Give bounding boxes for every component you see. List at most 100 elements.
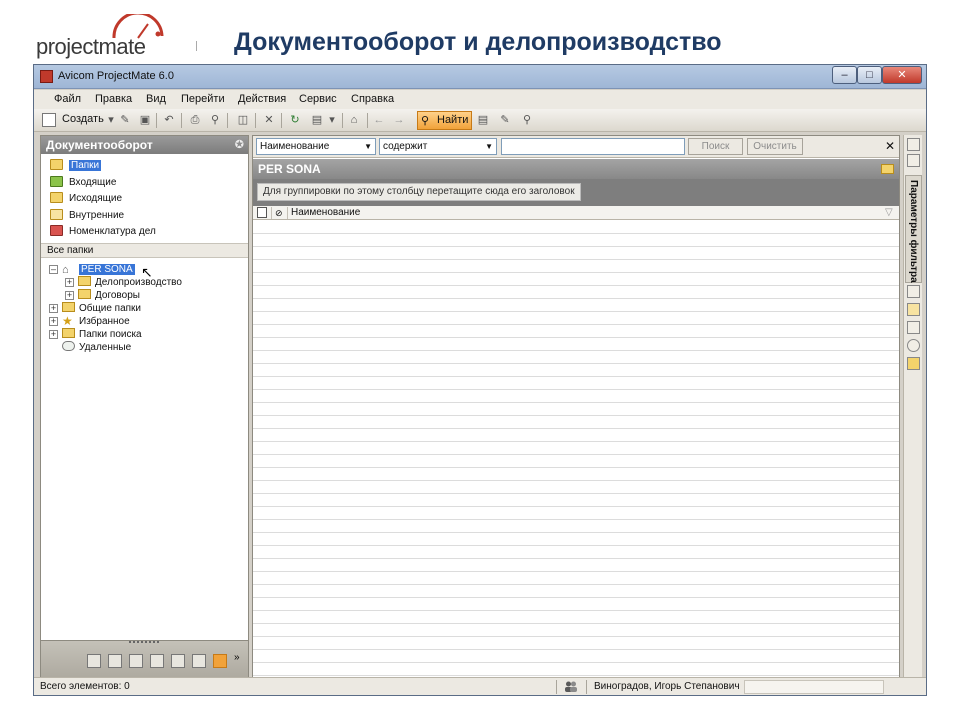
new-document-icon [42,113,56,127]
contacts-icon[interactable] [129,654,143,668]
maximize-button[interactable]: □ [857,66,882,84]
nav-item-folders[interactable]: Папки [50,158,102,173]
menu-go[interactable]: Перейти [181,93,225,105]
delete-icon[interactable]: ✕ [262,113,276,127]
toolbar-separator [156,113,157,128]
document-list-pane: Наименование ▼ содержит ▼ Поиск Очистить… [252,135,900,678]
tree-node-records[interactable]: + Делопроизводство [65,276,182,289]
app-window: Avicom ProjectMate 6.0 – □ ✕ Файл Правка… [33,64,927,696]
properties-icon[interactable]: ◫ [236,113,250,127]
expand-toggle[interactable]: + [49,317,58,326]
folder-icon[interactable] [907,357,920,370]
notes-icon[interactable]: ✎ [498,113,512,127]
billing-icon[interactable] [171,654,185,668]
note-icon[interactable] [907,303,920,316]
column-header-row: ⊘ Наименование ▽ [253,206,899,220]
forward-arrow-icon[interactable]: → [392,113,406,127]
print-icon[interactable]: ⎙ [188,113,202,127]
tree-node-contracts[interactable]: + Договоры [65,289,140,302]
expand-toggle[interactable]: + [65,291,74,300]
menu-help[interactable]: Справка [351,93,394,105]
expand-toggle[interactable]: + [49,330,58,339]
globe-icon[interactable] [907,339,920,352]
nav-item-label: Папки [69,160,102,171]
notes-icon[interactable] [907,138,920,151]
menu-actions[interactable]: Действия [238,93,286,105]
expand-toggle[interactable]: + [65,278,74,287]
minimize-button[interactable]: – [832,66,857,84]
document-type-icon[interactable] [257,207,267,218]
tree-node-search-folders[interactable]: + Папки поиска [49,328,142,341]
column-separator [287,207,288,219]
menu-view[interactable]: Вид [146,93,166,105]
column-filter-icon[interactable]: ▽ [885,207,893,219]
close-window-button[interactable]: ✕ [882,66,922,84]
menu-tools[interactable]: Сервис [299,93,337,105]
search-window-icon[interactable]: ⚲ [520,113,534,127]
empty-grid-rows[interactable] [253,221,899,677]
nav-item-label: Исходящие [69,193,123,204]
documents-icon[interactable] [213,654,227,668]
filter-operator-value: содержит [383,141,428,152]
logo-text: projectmate [36,34,146,59]
view-mode-dropdown-icon[interactable]: ▾ [325,113,339,127]
toolbar-separator [227,113,228,128]
status-extra-panel [744,680,884,694]
search-button[interactable]: Поиск [688,138,743,155]
app-icon [40,70,53,83]
find-button[interactable]: ⚲ Найти [417,111,472,130]
resize-grip[interactable] [129,641,159,644]
clear-button[interactable]: Очистить [747,138,803,155]
reports-icon[interactable] [192,654,206,668]
main-toolbar: Создать ▾ ✎ ▣ ↶ ⎙ ⚲ ◫ ✕ ↻ ▤ ▾ ⌂ ← → ⚲ На… [34,109,926,132]
view-mode-icon[interactable]: ▤ [310,113,324,127]
filter-bar: Наименование ▼ содержит ▼ Поиск Очистить… [253,136,899,158]
tree-node-deleted[interactable]: Удаленные [62,341,131,354]
nav-item-incoming[interactable]: Входящие [50,175,116,190]
home-icon[interactable]: ⌂ [347,113,361,127]
tree-node-root[interactable]: – ⌂ PER SONA [49,263,135,276]
nav-item-label: Номенклатура дел [69,226,156,237]
edit-icon[interactable]: ✎ [118,113,132,127]
attachment-icon[interactable]: ⊘ [275,207,283,219]
back-arrow-icon[interactable]: ← [372,113,386,127]
menu-edit[interactable]: Правка [95,93,132,105]
calendar-icon[interactable] [87,654,101,668]
panel-toggle-icon[interactable]: ▤ [476,113,490,127]
close-filter-icon[interactable]: ✕ [885,139,895,153]
nav-item-label: Входящие [69,177,117,188]
filter-tools-icon[interactable] [907,154,920,167]
undo-icon[interactable]: ↶ [162,113,176,127]
create-button[interactable]: Создать [62,112,104,129]
filter-search-input[interactable] [501,138,685,155]
refresh-icon[interactable]: ↻ [288,113,302,127]
tree-node-favorites[interactable]: + ★ Избранное [49,315,130,328]
filter-field-select[interactable]: Наименование ▼ [256,138,376,155]
home-icon: ⌂ [62,264,69,276]
nav-item-nomenclature[interactable]: Номенклатура дел [50,224,156,239]
filter-operator-select[interactable]: содержит ▼ [379,138,497,155]
window-titlebar[interactable]: Avicom ProjectMate 6.0 – □ ✕ [34,65,926,89]
pin-icon[interactable]: ✪ [235,136,244,154]
status-bar: Всего элементов: 0 Виноградов, Игорь Сте… [34,677,926,695]
folder-icon[interactable] [881,164,894,174]
mouse-cursor-icon: ↖ [141,264,153,280]
status-separator [556,680,557,694]
user-icon[interactable] [907,285,920,298]
more-shortcuts-icon[interactable]: » [234,652,242,666]
group-by-area[interactable]: Для группировки по этому столбцу перетащ… [253,179,899,206]
projects-icon[interactable] [150,654,164,668]
filter-params-label: Параметры фильтра [908,180,919,283]
collapse-toggle[interactable]: – [49,265,58,274]
nav-item-outgoing[interactable]: Исходящие [50,191,122,206]
menu-file[interactable]: Файл [54,93,81,105]
create-dropdown-icon[interactable]: ▾ [104,113,118,127]
tasks-icon[interactable] [907,321,920,334]
tasks-icon[interactable] [108,654,122,668]
save-icon[interactable]: ▣ [138,113,152,127]
filter-params-tab[interactable]: Параметры фильтра [905,175,922,283]
preview-icon[interactable]: ⚲ [208,113,222,127]
nav-item-internal[interactable]: Внутренние [50,208,124,223]
expand-toggle[interactable]: + [49,304,58,313]
column-header-name[interactable]: Наименование [291,207,360,219]
